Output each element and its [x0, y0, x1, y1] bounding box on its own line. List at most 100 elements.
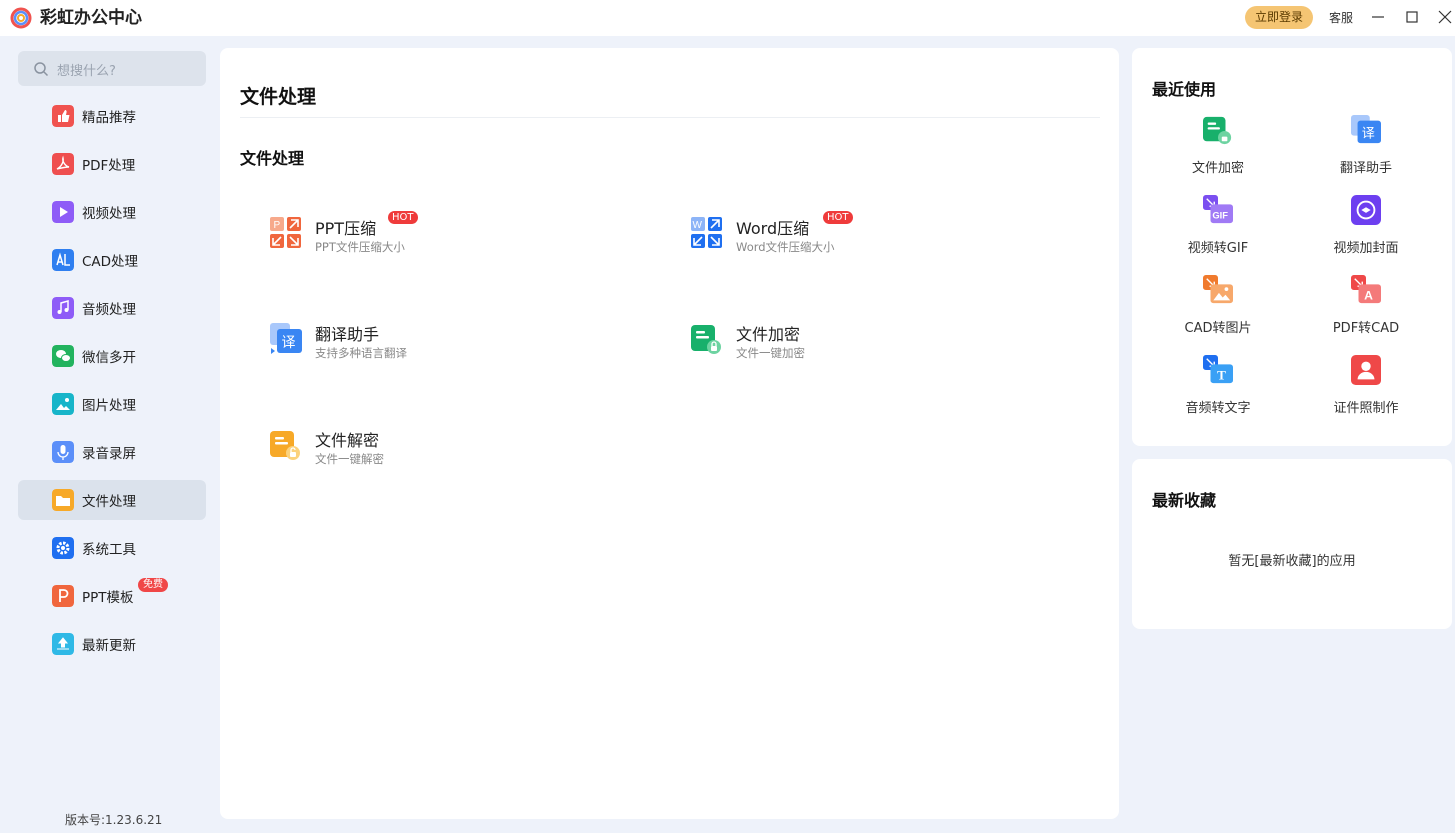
pdf-icon — [52, 153, 74, 175]
recent-item-file-encrypt[interactable]: 文件加密 — [1148, 115, 1288, 177]
svg-text:GIF: GIF — [1212, 210, 1228, 220]
tool-file-encrypt[interactable]: 文件加密 文件一键加密 — [691, 323, 1051, 383]
pdf-to-cad-icon: A — [1351, 275, 1381, 304]
hot-badge: HOT — [823, 211, 853, 224]
svg-text:译: 译 — [1362, 126, 1375, 142]
sidebar-item-pdf[interactable]: PDF处理 — [18, 144, 206, 184]
minimize-icon[interactable] — [1367, 6, 1389, 28]
tool-file-decrypt[interactable]: 文件解密 文件一键解密 — [270, 429, 630, 489]
microphone-icon — [52, 441, 74, 463]
sidebar-item-label: 最新更新 — [82, 638, 136, 654]
sidebar-item-recording[interactable]: 录音录屏 — [18, 432, 206, 472]
tool-name: 文件加密 — [736, 325, 801, 344]
tool-name: PPT压缩 — [315, 219, 377, 238]
tool-translate[interactable]: 译 翻译助手 支持多种语言翻译 — [270, 323, 630, 383]
recent-item-label: 文件加密 — [1191, 161, 1244, 176]
svg-text:W: W — [693, 220, 703, 231]
sidebar-item-label: 音频处理 — [82, 302, 136, 318]
sidebar-item-recommended[interactable]: 精品推荐 — [18, 96, 206, 136]
recent-item-pdf-to-cad[interactable]: A PDF转CAD — [1296, 275, 1436, 337]
sidebar-item-label: 视频处理 — [82, 206, 136, 222]
sidebar-item-image[interactable]: 图片处理 — [18, 384, 206, 424]
section-title: 文件处理 — [240, 149, 305, 168]
recent-item-video-to-gif[interactable]: GIF 视频转GIF — [1148, 195, 1288, 257]
sidebar-item-video[interactable]: 视频处理 — [18, 192, 206, 232]
ppt-icon — [52, 585, 74, 607]
recent-item-id-photo[interactable]: 证件照制作 — [1296, 355, 1436, 417]
id-photo-icon — [1351, 355, 1381, 385]
video-to-gif-icon: GIF — [1203, 195, 1233, 224]
hot-badge: HOT — [388, 211, 418, 224]
search-icon — [34, 62, 49, 77]
close-icon[interactable] — [1434, 6, 1455, 28]
cad-icon — [52, 249, 74, 271]
recent-item-label: CAD转图片 — [1184, 321, 1252, 336]
tool-word-compress[interactable]: W Word压缩 HOT Word文件压缩大小 — [691, 211, 1051, 277]
sidebar-item-label: 微信多开 — [82, 350, 136, 366]
favorites-title: 最新收藏 — [1152, 491, 1217, 510]
thumbs-up-icon — [52, 105, 74, 127]
play-icon — [52, 201, 74, 223]
recent-item-audio-to-text[interactable]: T 音频转文字 — [1148, 355, 1288, 417]
tool-name: 文件解密 — [315, 431, 380, 450]
svg-text:T: T — [1217, 367, 1226, 382]
version-label: 版本号:1.23.6.21 — [65, 813, 163, 827]
svg-text:A: A — [1364, 288, 1373, 302]
recent-item-label: 视频转GIF — [1187, 241, 1249, 256]
sidebar-item-label: CAD处理 — [82, 254, 139, 270]
tool-name: 翻译助手 — [315, 325, 380, 344]
tool-description: 文件一键加密 — [736, 346, 805, 360]
sidebar-item-cad[interactable]: CAD处理 — [18, 240, 206, 280]
recent-item-label: 翻译助手 — [1339, 161, 1392, 176]
main-panel: 文件处理 文件处理 P PPT压缩 HOT PPT文件压缩大小 W Word压缩… — [220, 48, 1119, 819]
wechat-icon — [52, 345, 74, 367]
app-logo-icon — [10, 7, 32, 29]
search-placeholder: 想搜什么? — [57, 64, 116, 79]
sidebar-item-file[interactable]: 文件处理 — [18, 480, 206, 520]
maximize-icon[interactable] — [1401, 6, 1423, 28]
title-bar: 彩虹办公中心 立即登录 客服 — [0, 0, 1455, 36]
customer-service-link[interactable]: 客服 — [1329, 9, 1353, 26]
recent-item-label: 音频转文字 — [1185, 401, 1251, 416]
recent-title: 最近使用 — [1152, 80, 1217, 99]
sidebar-item-label: 录音录屏 — [82, 446, 136, 462]
sidebar-item-label: 系统工具 — [82, 542, 136, 558]
cad-to-image-icon — [1203, 275, 1233, 304]
audio-to-text-icon: T — [1203, 355, 1233, 384]
login-button[interactable]: 立即登录 — [1245, 6, 1313, 29]
video-cover-icon — [1351, 195, 1381, 225]
translate-icon: 译 — [270, 323, 302, 354]
tool-description: 支持多种语言翻译 — [315, 346, 407, 360]
recent-item-label: 证件照制作 — [1333, 401, 1399, 416]
sidebar-item-label: 文件处理 — [82, 494, 136, 510]
page-title: 文件处理 — [240, 86, 317, 108]
tool-name: Word压缩 — [736, 219, 810, 238]
sidebar-item-label: PDF处理 — [82, 158, 136, 174]
favorites-empty-text: 暂无[最新收藏]的应用 — [1228, 554, 1356, 569]
sidebar-item-audio[interactable]: 音频处理 — [18, 288, 206, 328]
recent-item-label: 视频加封面 — [1333, 241, 1399, 256]
tool-ppt-compress[interactable]: P PPT压缩 HOT PPT文件压缩大小 — [270, 211, 630, 277]
search-input[interactable]: 想搜什么? — [18, 51, 206, 86]
recent-item-translate[interactable]: 译 翻译助手 — [1296, 115, 1436, 177]
word-compress-icon: W — [691, 217, 722, 248]
svg-text:译: 译 — [282, 335, 296, 351]
sidebar-item-system-tools[interactable]: 系统工具 — [18, 528, 206, 568]
recent-item-video-cover[interactable]: 视频加封面 — [1296, 195, 1436, 257]
recent-item-cad-to-image[interactable]: CAD转图片 — [1148, 275, 1288, 337]
svg-text:P: P — [274, 220, 281, 231]
ppt-compress-icon: P — [270, 217, 301, 248]
sidebar-item-wechat[interactable]: 微信多开 — [18, 336, 206, 376]
translate-icon: 译 — [1351, 115, 1381, 144]
tool-description: 文件一键解密 — [315, 452, 384, 466]
favorites-panel: 最新收藏 暂无[最新收藏]的应用 — [1132, 459, 1452, 629]
app-title: 彩虹办公中心 — [40, 8, 142, 28]
tool-description: PPT文件压缩大小 — [315, 240, 405, 254]
divider — [240, 117, 1100, 118]
file-encrypt-icon — [691, 325, 721, 354]
recent-panel: 最近使用 文件加密 译 翻译助手 GIF 视频转GIF 视频加封面 CAD转图片… — [1132, 48, 1452, 446]
music-icon — [52, 297, 74, 319]
sidebar-item-label: 精品推荐 — [82, 110, 136, 126]
sidebar-item-ppt-template[interactable]: PPT模板 免费 — [18, 576, 206, 616]
sidebar-item-latest-update[interactable]: 最新更新 — [18, 624, 206, 664]
